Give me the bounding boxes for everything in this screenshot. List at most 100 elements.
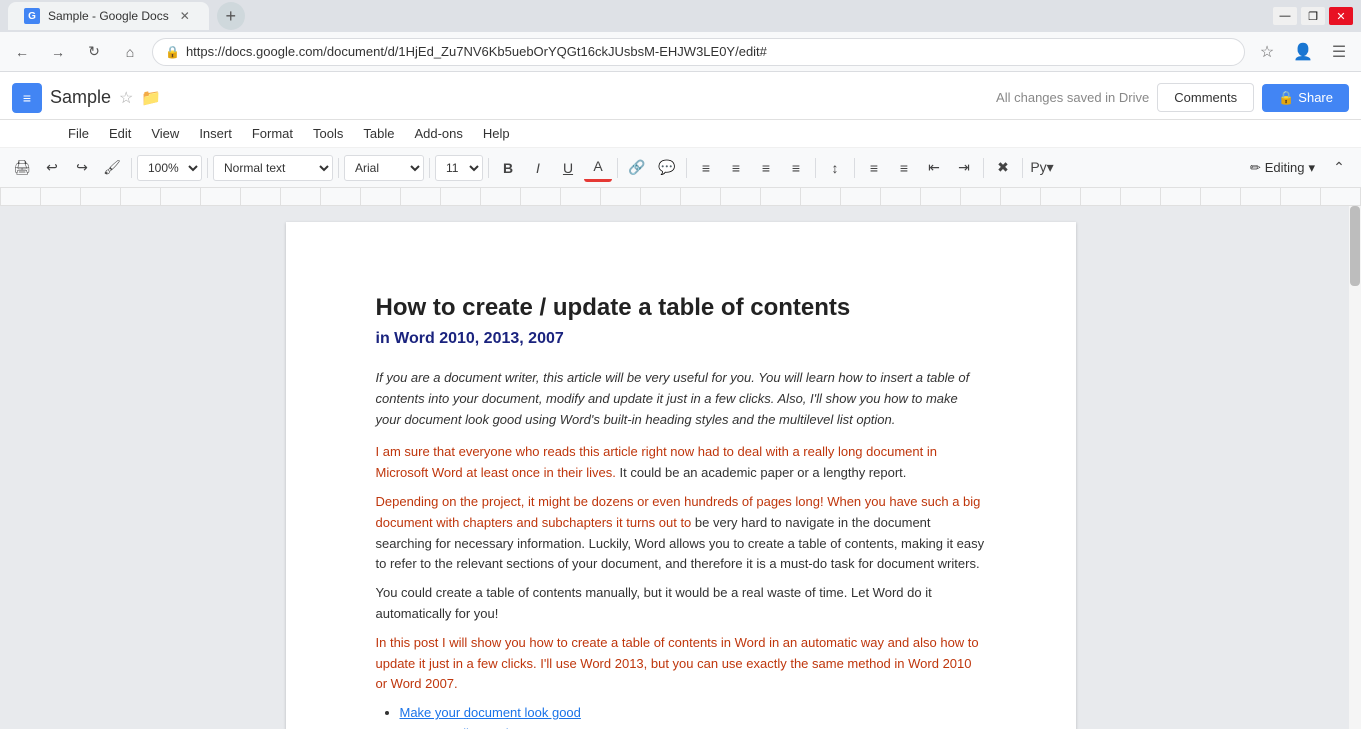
divider-3 — [338, 158, 339, 178]
star-doc-icon[interactable]: ☆ — [119, 88, 133, 108]
pencil-icon: ✏ — [1250, 160, 1261, 176]
lock-share-icon: 🔒 — [1278, 90, 1294, 106]
para1-blue: It could be an academic paper or a lengt… — [619, 465, 906, 480]
divider-11 — [1022, 158, 1023, 178]
align-justify-button[interactable]: ≡ — [782, 154, 810, 182]
menu-edit[interactable]: Edit — [101, 122, 139, 145]
share-button[interactable]: 🔒 Share — [1262, 84, 1349, 112]
divider-2 — [207, 158, 208, 178]
intro-paragraph: If you are a document writer, this artic… — [376, 368, 986, 430]
browser-menu-icon[interactable]: ☰ — [1325, 38, 1353, 66]
scrollbar-thumb[interactable] — [1350, 206, 1360, 286]
paint-format-button[interactable]: 🖌 — [98, 154, 126, 182]
list-item: Heading Styles — [424, 724, 986, 729]
bookmark-icon[interactable]: ☆ — [1253, 38, 1281, 66]
divider-10 — [983, 158, 984, 178]
forward-button[interactable]: → — [44, 38, 72, 66]
align-left-button[interactable]: ≡ — [692, 154, 720, 182]
ruler — [0, 188, 1361, 206]
align-right-button[interactable]: ≡ — [752, 154, 780, 182]
docs-main-area[interactable]: How to create / update a table of conten… — [0, 206, 1361, 729]
minimize-button[interactable]: — — [1273, 7, 1297, 25]
divider-4 — [429, 158, 430, 178]
divider-5 — [488, 158, 489, 178]
folder-doc-icon[interactable]: 📁 — [141, 88, 161, 108]
sub-list-1: Heading Styles Multilevel Listing Why sh… — [424, 724, 986, 729]
numbered-list-button[interactable]: ≡ — [860, 154, 888, 182]
paragraph-style-select[interactable]: Normal text Heading 1 Heading 2 Heading … — [213, 155, 333, 181]
divider-8 — [815, 158, 816, 178]
clear-formatting-button[interactable]: ✖ — [989, 154, 1017, 182]
para4-orange: In this post I will show you how to crea… — [376, 635, 979, 692]
browser-addressbar: ← → ↻ ⌂ 🔒 https://docs.google.com/docume… — [0, 32, 1361, 72]
print-button[interactable]: 🖨 — [8, 154, 36, 182]
tab-favicon-icon: G — [24, 8, 40, 24]
body-para-1: I am sure that everyone who reads this a… — [376, 442, 986, 484]
menu-file[interactable]: File — [60, 122, 97, 145]
menu-insert[interactable]: Insert — [191, 122, 240, 145]
body-para-2: Depending on the project, it might be do… — [376, 492, 986, 575]
divider-7 — [686, 158, 687, 178]
back-button[interactable]: ← — [8, 38, 36, 66]
increase-indent-button[interactable]: ⇥ — [950, 154, 978, 182]
refresh-button[interactable]: ↻ — [80, 38, 108, 66]
scrollbar-track[interactable] — [1349, 206, 1361, 729]
menu-addons[interactable]: Add-ons — [406, 122, 470, 145]
body-para-4: In this post I will show you how to crea… — [376, 633, 986, 695]
zoom-select[interactable]: 100% — [137, 155, 202, 181]
divider-6 — [617, 158, 618, 178]
bulleted-list-button[interactable]: ≡ — [890, 154, 918, 182]
link-make-document[interactable]: Make your document look good — [400, 705, 581, 720]
lock-icon: 🔒 — [165, 45, 180, 59]
menu-format[interactable]: Format — [244, 122, 301, 145]
bold-button[interactable]: B — [494, 154, 522, 182]
redo-button[interactable]: ↪ — [68, 154, 96, 182]
menu-view[interactable]: View — [143, 122, 187, 145]
doc-title: Sample — [50, 87, 111, 108]
font-select[interactable]: Arial — [344, 155, 424, 181]
insert-link-button[interactable]: 🔗 — [623, 154, 651, 182]
comments-button[interactable]: Comments — [1157, 83, 1254, 112]
docs-header: ≡ Sample ☆ 📁 All changes saved in Drive … — [0, 72, 1361, 120]
tab-close-icon[interactable]: ✕ — [177, 8, 193, 24]
docs-logo-icon: ≡ — [12, 83, 42, 113]
align-center-button[interactable]: ≡ — [722, 154, 750, 182]
new-tab-button[interactable]: + — [217, 2, 245, 30]
collapse-toolbar-button[interactable]: ⌃ — [1325, 154, 1353, 182]
document-body: If you are a document writer, this artic… — [376, 368, 986, 729]
toc-list: Make your document look good Heading Sty… — [400, 703, 986, 729]
restore-button[interactable]: ❐ — [1301, 7, 1325, 25]
close-button[interactable]: ✕ — [1329, 7, 1353, 25]
insert-comment-button[interactable]: 💬 — [653, 154, 681, 182]
menu-help[interactable]: Help — [475, 122, 518, 145]
menu-tools[interactable]: Tools — [305, 122, 351, 145]
menu-table[interactable]: Table — [355, 122, 402, 145]
decrease-indent-button[interactable]: ⇤ — [920, 154, 948, 182]
tab-title: Sample - Google Docs — [48, 9, 169, 23]
editing-mode-selector[interactable]: ✏ Editing ▾ — [1242, 160, 1323, 176]
divider-1 — [131, 158, 132, 178]
text-color-button[interactable]: A — [584, 154, 612, 182]
header-actions: All changes saved in Drive Comments 🔒 Sh… — [996, 83, 1349, 112]
browser-titlebar: G Sample - Google Docs ✕ + — ❐ ✕ — [0, 0, 1361, 32]
body-para-3: You could create a table of contents man… — [376, 583, 986, 625]
autosave-status: All changes saved in Drive — [996, 90, 1149, 105]
italic-button[interactable]: I — [524, 154, 552, 182]
line-spacing-button[interactable]: ↕ — [821, 154, 849, 182]
home-button[interactable]: ⌂ — [116, 38, 144, 66]
undo-button[interactable]: ↩ — [38, 154, 66, 182]
input-tools-button[interactable]: Py▾ — [1028, 154, 1056, 182]
share-label: Share — [1298, 90, 1333, 105]
formatting-toolbar: 🖨 ↩ ↪ 🖌 100% Normal text Heading 1 Headi… — [0, 148, 1361, 188]
para3-normal: You could create a table of contents man… — [376, 585, 932, 621]
document-page: How to create / update a table of conten… — [286, 222, 1076, 729]
list-item: Make your document look good Heading Sty… — [400, 703, 986, 729]
browser-tab[interactable]: G Sample - Google Docs ✕ — [8, 2, 209, 30]
url-text: https://docs.google.com/document/d/1HjEd… — [186, 44, 1232, 59]
font-size-select[interactable]: 11 10 12 14 — [435, 155, 483, 181]
editing-mode-chevron: ▾ — [1308, 160, 1315, 176]
address-bar[interactable]: 🔒 https://docs.google.com/document/d/1Hj… — [152, 38, 1245, 66]
underline-button[interactable]: U — [554, 154, 582, 182]
editing-mode-label: Editing — [1265, 160, 1305, 175]
history-icon[interactable]: 👤 — [1289, 38, 1317, 66]
